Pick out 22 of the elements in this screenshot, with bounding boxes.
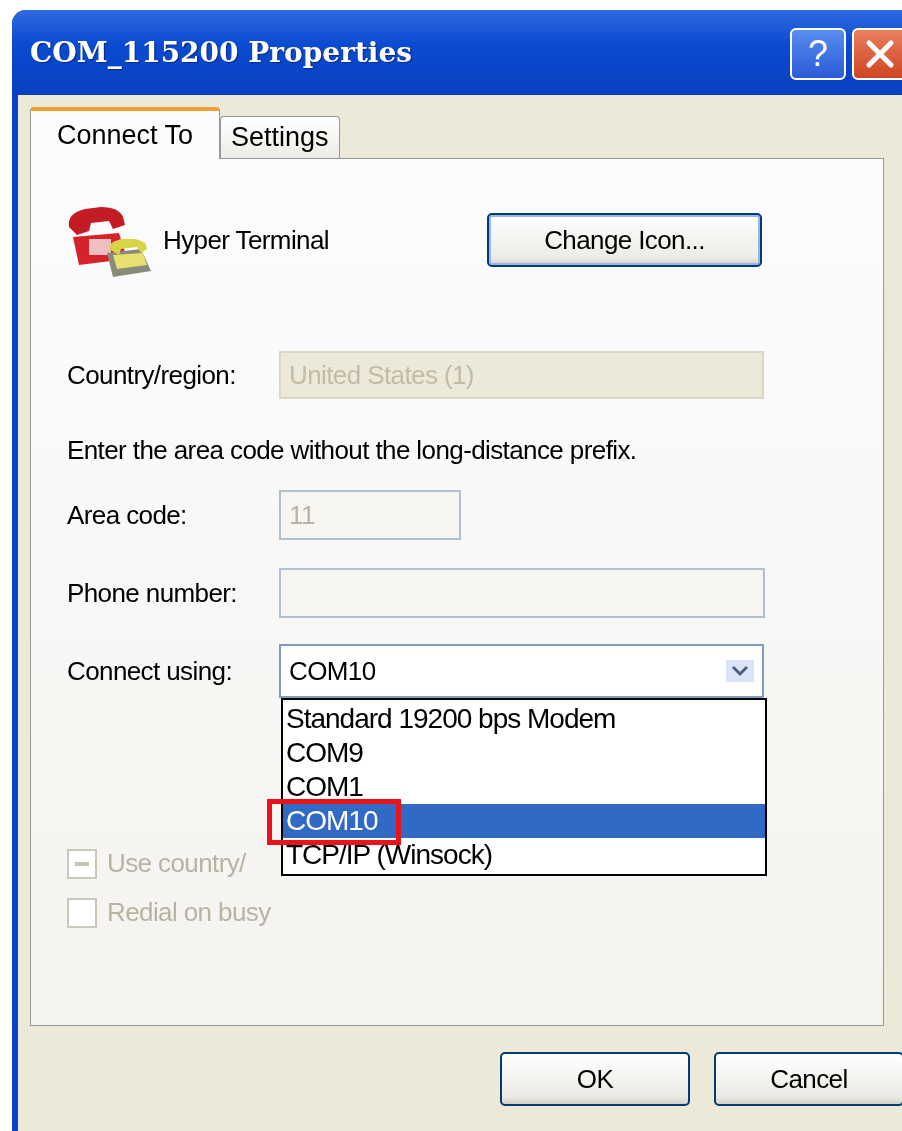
connect-using-label: Connect using:: [67, 655, 234, 687]
checkbox-label: Use country/: [107, 848, 246, 879]
tab[interactable]: Connect To: [30, 107, 220, 159]
checkbox-label: Redial on busy: [107, 897, 271, 928]
dropdown-option[interactable]: COM9: [283, 736, 765, 770]
area-code-label: Area code:: [67, 499, 188, 531]
connection-name: Hyper Terminal: [163, 224, 329, 256]
dropdown-option[interactable]: COM1: [283, 770, 765, 804]
ok-button[interactable]: OK: [500, 1052, 690, 1106]
dropdown-option[interactable]: TCP/IP (Winsock): [283, 838, 765, 872]
close-button[interactable]: [852, 28, 902, 80]
instruction-text: Enter the area code without the long-distance prefix.: [67, 435, 638, 466]
connect-using-dropdown[interactable]: COM10: [279, 644, 764, 698]
phone-number-label: Phone number:: [67, 577, 238, 609]
dropdown-option[interactable]: Standard 19200 bps Modem: [283, 702, 765, 736]
dropdown-option[interactable]: COM10: [283, 804, 765, 838]
tab[interactable]: Settings: [220, 116, 340, 158]
cancel-button[interactable]: Cancel: [714, 1052, 902, 1106]
help-button[interactable]: ?: [790, 28, 846, 80]
change-icon-button[interactable]: Change Icon...: [487, 213, 762, 267]
country-label: Country/region:: [67, 359, 237, 391]
window-title: COM_115200 Properties: [30, 36, 413, 69]
